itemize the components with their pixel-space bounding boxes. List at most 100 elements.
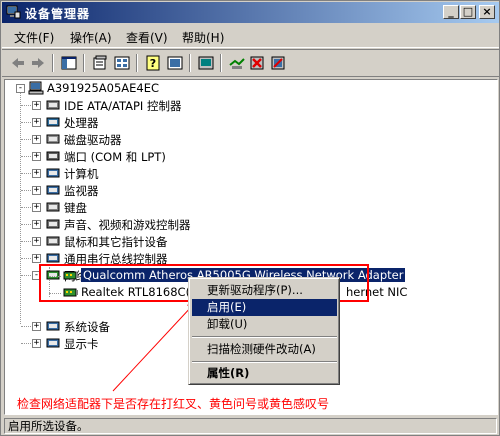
- computer-icon: [46, 168, 60, 178]
- svg-text:?: ?: [150, 57, 156, 70]
- tree-category-label: 端口 (COM 和 LPT): [64, 150, 166, 164]
- toolbar-separator: [189, 54, 191, 72]
- tree-category-label: 鼠标和其它指针设备: [64, 235, 168, 249]
- root-label: A391925A05AE4EC: [47, 81, 160, 95]
- tree-root[interactable]: - A391925A05AE4EC: [5, 80, 305, 97]
- disable-icon: [271, 56, 285, 70]
- tree-category[interactable]: + 端口 (COM 和 LPT): [5, 148, 305, 165]
- toolbar-separator: [220, 54, 222, 72]
- tree-category-label: 系统设备: [64, 320, 110, 334]
- keyboard-icon: [46, 202, 60, 212]
- device-manager-window: 设备管理器 _ □ × 文件(F) 操作(A) 查看(V) 帮助(H) ? - …: [0, 0, 500, 436]
- back-button[interactable]: [8, 54, 28, 72]
- tree-category[interactable]: + 磁盘驱动器: [5, 131, 305, 148]
- print-icon: [198, 56, 214, 70]
- disable-button[interactable]: [268, 54, 288, 72]
- help-icon: ?: [146, 55, 160, 71]
- menu-update-driver[interactable]: 更新驱动程序(P)...: [192, 282, 337, 299]
- menu-action[interactable]: 操作(A): [70, 29, 112, 46]
- menu-help[interactable]: 帮助(H): [182, 29, 224, 46]
- tree-category[interactable]: + 计算机: [5, 165, 305, 182]
- tree-category-label: 声音、视频和游戏控制器: [64, 218, 191, 232]
- properties-icon: [93, 55, 107, 70]
- menu-uninstall[interactable]: 卸载(U): [192, 316, 337, 333]
- menu-view[interactable]: 查看(V): [126, 29, 168, 46]
- forward-button[interactable]: [28, 54, 48, 72]
- tree-category[interactable]: + 声音、视频和游戏控制器: [5, 216, 305, 233]
- tree-connector: [21, 275, 31, 276]
- toolbar-separator: [52, 54, 54, 72]
- show-hide-button[interactable]: [165, 54, 185, 72]
- title-bar[interactable]: 设备管理器 _ □ ×: [2, 2, 499, 23]
- disk-drive-icon: [46, 134, 60, 144]
- close-button[interactable]: ×: [479, 5, 495, 19]
- maximize-button[interactable]: □: [460, 5, 476, 19]
- properties-button[interactable]: [90, 54, 110, 72]
- console-tree-icon: [61, 56, 77, 70]
- sound-icon: [46, 219, 60, 229]
- window-title: 设备管理器: [25, 7, 91, 21]
- menu-properties[interactable]: 属性(R): [192, 365, 337, 382]
- tree-category[interactable]: + IDE ATA/ATAPI 控制器: [5, 97, 305, 114]
- menu-file[interactable]: 文件(F): [14, 29, 54, 46]
- expand-expander[interactable]: +: [32, 254, 41, 263]
- tree-category[interactable]: + 监视器: [5, 182, 305, 199]
- toolbar-separator: [83, 54, 85, 72]
- tree-category-label: 显示卡: [64, 337, 99, 351]
- menu-scan-hardware[interactable]: 扫描检测硬件改动(A): [192, 341, 337, 358]
- console-tree-button[interactable]: [59, 54, 79, 72]
- print-button[interactable]: [196, 54, 216, 72]
- expand-expander[interactable]: +: [32, 186, 41, 195]
- tree-connector: [21, 258, 31, 259]
- tree-connector: [21, 343, 31, 344]
- expand-expander[interactable]: +: [32, 339, 41, 348]
- tree-category-label: 处理器: [64, 116, 99, 130]
- uninstall-button[interactable]: [247, 54, 267, 72]
- collapse-expander[interactable]: -: [16, 84, 25, 93]
- system-device-icon: [46, 321, 60, 331]
- scan-hardware-button[interactable]: [227, 54, 247, 72]
- tree-connector: [21, 207, 31, 208]
- expand-expander[interactable]: +: [32, 152, 41, 161]
- tree-category-label: 键盘: [64, 201, 87, 215]
- ide-controller-icon: [46, 100, 60, 110]
- menu-separator: [192, 336, 337, 338]
- port-icon: [46, 151, 60, 161]
- status-text: 启用所选设备。: [4, 418, 497, 434]
- tree-category[interactable]: + 键盘: [5, 199, 305, 216]
- toolbar-separator: [136, 54, 138, 72]
- tree-category-label: 磁盘驱动器: [64, 133, 122, 147]
- help-button[interactable]: ?: [143, 54, 163, 72]
- tree-connector: [21, 105, 31, 106]
- expand-expander[interactable]: +: [32, 237, 41, 246]
- menu-enable[interactable]: 启用(E): [192, 299, 337, 316]
- back-arrow-icon: [12, 58, 24, 68]
- toolbar: ?: [2, 49, 499, 77]
- tree-connector: [21, 139, 31, 140]
- monitor-icon: [46, 185, 60, 195]
- expand-expander[interactable]: +: [32, 169, 41, 178]
- display-adapter-icon: [46, 338, 60, 348]
- tree-category[interactable]: + 处理器: [5, 114, 305, 131]
- tree-connector: [21, 122, 31, 123]
- tree-connector: [21, 173, 31, 174]
- tree-category[interactable]: + 鼠标和其它指针设备: [5, 233, 305, 250]
- expand-expander[interactable]: +: [32, 322, 41, 331]
- tree-category-label: IDE ATA/ATAPI 控制器: [64, 99, 182, 113]
- expand-expander[interactable]: +: [32, 101, 41, 110]
- expand-expander[interactable]: +: [32, 203, 41, 212]
- expand-expander[interactable]: +: [32, 135, 41, 144]
- annotation-text: 检查网络适配器下是否存在打红叉、黄色问号或黄色感叹号: [17, 397, 330, 411]
- scan-hardware-icon: [229, 58, 245, 69]
- tree-connector: [21, 190, 31, 191]
- view-button[interactable]: [112, 54, 132, 72]
- context-menu: 更新驱动程序(P)... 启用(E) 卸载(U) 扫描检测硬件改动(A) 属性(…: [188, 277, 340, 385]
- expand-expander[interactable]: +: [32, 118, 41, 127]
- status-bar: 启用所选设备。: [2, 417, 499, 435]
- forward-arrow-icon: [32, 58, 44, 68]
- tree-connector: [21, 224, 31, 225]
- show-hide-icon: [167, 56, 183, 70]
- mouse-icon: [46, 236, 60, 246]
- expand-expander[interactable]: +: [32, 220, 41, 229]
- minimize-button[interactable]: _: [443, 5, 459, 19]
